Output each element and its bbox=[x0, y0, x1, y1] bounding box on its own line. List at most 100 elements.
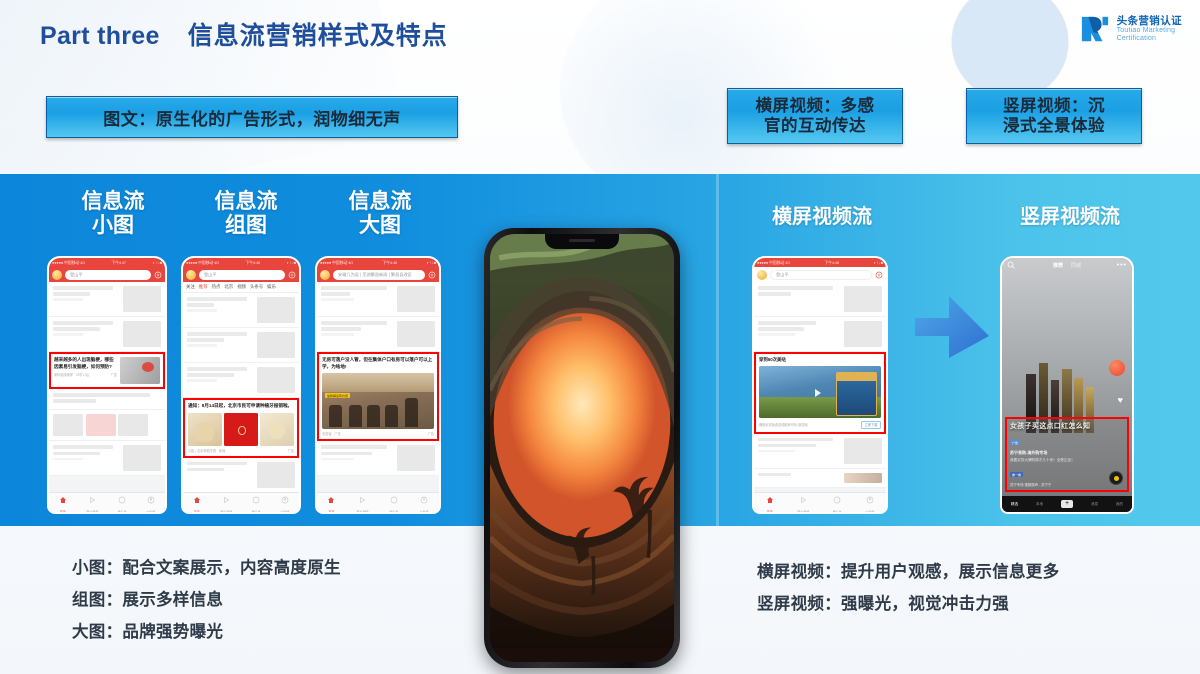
feed-item-skeleton[interactable] bbox=[183, 363, 299, 398]
more-icon[interactable]: ••• bbox=[1117, 262, 1127, 269]
feed-item-skeleton[interactable] bbox=[49, 282, 165, 317]
ad-tag[interactable]: 看一看 bbox=[1010, 472, 1024, 477]
video-tab-active[interactable]: 推荐 bbox=[1053, 262, 1063, 269]
ad-title: 越来越多的人出现脑梗，哪些因素易引发脑梗，如何预防? bbox=[54, 357, 114, 369]
app-search-bar[interactable]: 登山平 bbox=[754, 267, 886, 282]
bottom-tab-bar[interactable]: 首页 西瓜视频 微头条 小鱼塘 bbox=[49, 492, 165, 512]
highlighted-ad-feed-big[interactable]: 无房可落户没人管，但在集体户口有房可以落户可以上学，为啥地! 最新解读有价值 安… bbox=[317, 352, 439, 442]
page-title: Part three 信息流营销样式及特点 bbox=[40, 16, 448, 52]
highlighted-ad-horizontal-video[interactable]: 穿到50次美哒 爆款武将免费送领取即可玩·新游戏 立即下载 bbox=[754, 352, 886, 434]
column-heading-feed-small-line2: 小图 bbox=[92, 213, 134, 237]
feed-item-skeleton[interactable] bbox=[754, 282, 886, 317]
video-tab[interactable]: 同城 bbox=[1071, 262, 1081, 269]
feed-item-skeleton[interactable] bbox=[754, 317, 886, 352]
feed-item-skeleton[interactable] bbox=[49, 410, 165, 442]
thumbnail bbox=[123, 321, 161, 347]
channel-tab[interactable]: 北京 bbox=[224, 284, 233, 290]
feed-item-skeleton[interactable] bbox=[317, 441, 439, 477]
feed-item-skeleton[interactable] bbox=[49, 317, 165, 352]
tab-home[interactable]: 首页 bbox=[193, 491, 201, 512]
feed-item-skeleton[interactable] bbox=[183, 293, 299, 328]
tab-messages[interactable]: 微头条 bbox=[118, 491, 127, 512]
wave-sunset-wallpaper bbox=[490, 234, 674, 648]
bottom-right-line-2: 竖屏视频：强曝光，视觉冲击力强 bbox=[757, 595, 1009, 614]
video-tab-featured[interactable]: 精选 bbox=[1011, 502, 1018, 507]
feed-item-skeleton[interactable] bbox=[754, 469, 886, 488]
app-logo-icon bbox=[52, 269, 62, 280]
thumbnail bbox=[397, 286, 435, 312]
tab-video[interactable]: 西瓜视频 bbox=[86, 491, 98, 512]
video-tab-local[interactable]: 本地 bbox=[1036, 502, 1043, 507]
ad-video-thumbnail[interactable] bbox=[759, 366, 881, 418]
highlighted-ad-vertical-video[interactable]: 女孩子买这点口红怎么知 广告 苏宁易购-海外购专场 我要买的大牌购物才几十块！全… bbox=[1005, 416, 1129, 492]
channel-tab[interactable]: 娱乐 bbox=[267, 284, 276, 290]
avatar[interactable] bbox=[1109, 359, 1125, 376]
feed-item-skeleton[interactable] bbox=[183, 458, 299, 493]
bottom-tab-bar[interactable]: 首页 西瓜视频 微头条 小鱼塘 bbox=[754, 492, 886, 512]
ad-music-label: 苏宁专场 视频原声 - 苏宁宁 bbox=[1010, 483, 1052, 487]
status-time: 下午4:48 bbox=[382, 259, 397, 265]
app-search-bar[interactable]: 登山平 bbox=[183, 267, 299, 282]
device-notch bbox=[545, 234, 619, 249]
tab-profile[interactable]: 小鱼塘 bbox=[865, 491, 874, 512]
video-top-nav[interactable]: 推荐 同城 ••• bbox=[1002, 258, 1132, 272]
search-input[interactable]: 登山平 bbox=[199, 269, 285, 280]
tab-home[interactable]: 首页 bbox=[766, 491, 774, 512]
ad-image-1 bbox=[188, 412, 222, 446]
tab-home[interactable]: 首页 bbox=[327, 491, 335, 512]
search-input[interactable]: 安徽几为县 | 芜湖繁昌新闻 | 繁昌县改区 bbox=[333, 269, 425, 280]
tab-profile[interactable]: 小鱼塘 bbox=[419, 491, 428, 512]
channel-tab-strip[interactable]: 关注 推荐 热点 北京 视频 头条号 娱乐 bbox=[183, 282, 299, 293]
bottom-tab-bar[interactable]: 首页 西瓜视频 微头条 小鱼塘 bbox=[183, 492, 299, 512]
person-icon bbox=[147, 496, 155, 504]
tab-video[interactable]: 西瓜视频 bbox=[797, 491, 809, 512]
highlighted-ad-feed-group[interactable]: 通知：8月14日起，北京市民可申请种植牙报销啦。 口腔 | 北京种植牙报 · 新… bbox=[183, 398, 299, 458]
scan-icon[interactable] bbox=[875, 271, 883, 279]
column-heading-vv-line1: 竖屏视频流 bbox=[1020, 206, 1120, 228]
like-icon[interactable]: ♥ bbox=[1118, 395, 1123, 405]
app-search-bar[interactable]: 安徽几为县 | 芜湖繁昌新闻 | 繁昌县改区 bbox=[317, 267, 439, 282]
feed-item-skeleton[interactable] bbox=[49, 441, 165, 477]
person-icon bbox=[420, 496, 428, 504]
tab-home[interactable]: 首页 bbox=[59, 491, 67, 512]
search-icon[interactable] bbox=[1007, 261, 1015, 269]
feed-item-skeleton[interactable] bbox=[317, 282, 439, 317]
channel-tab[interactable]: 视频 bbox=[237, 284, 246, 290]
channel-tab-active[interactable]: 推荐 bbox=[199, 284, 208, 290]
tab-messages[interactable]: 微头条 bbox=[252, 491, 261, 512]
ad-cta-button[interactable]: 立即下载 bbox=[861, 420, 881, 429]
channel-tab[interactable]: 头条号 bbox=[250, 284, 263, 290]
thumbnail bbox=[844, 472, 882, 483]
feed-item-skeleton[interactable] bbox=[317, 317, 439, 352]
video-tab-profile[interactable]: 我的 bbox=[1116, 502, 1123, 507]
phone-mock-horizontal-video: ●●●●● 中国移动 4G 下午4:48 ◑ ↑↓ ■ 登山平 穿到50次美哒 bbox=[752, 256, 888, 514]
feed-item-skeleton[interactable] bbox=[754, 434, 886, 469]
video-tab-create[interactable]: + bbox=[1060, 500, 1074, 508]
tab-messages[interactable]: 微头条 bbox=[389, 491, 398, 512]
highlighted-ad-feed-small[interactable]: 越来越多的人出现脑梗，哪些因素易引发脑梗，如何预防? 某科健康管家 · 59岁以… bbox=[49, 352, 165, 389]
music-disc-icon bbox=[1109, 471, 1123, 485]
tab-profile[interactable]: 小鱼塘 bbox=[146, 491, 155, 512]
search-input[interactable]: 登山平 bbox=[65, 269, 151, 280]
caption-chip-image-text: 图文：原生化的广告形式，润物细无声 bbox=[46, 96, 458, 138]
tab-video[interactable]: 西瓜视频 bbox=[356, 491, 368, 512]
feed-item-skeleton[interactable] bbox=[49, 389, 165, 411]
tab-messages[interactable]: 微头条 bbox=[833, 491, 842, 512]
channel-tab[interactable]: 热点 bbox=[212, 284, 221, 290]
ad-account[interactable]: 苏宁易购-海外购专场 bbox=[1010, 450, 1124, 456]
video-tab-messages[interactable]: 消息 bbox=[1091, 502, 1098, 507]
tab-profile[interactable]: 小鱼塘 bbox=[280, 491, 289, 512]
app-search-bar[interactable]: 登山平 bbox=[49, 267, 165, 282]
scan-icon[interactable] bbox=[154, 271, 162, 279]
video-bottom-tab-bar[interactable]: 精选 本地 + 消息 我的 bbox=[1002, 496, 1132, 512]
play-icon[interactable] bbox=[815, 388, 822, 397]
channel-tab[interactable]: 关注 bbox=[186, 284, 195, 290]
tab-video[interactable]: 西瓜视频 bbox=[220, 491, 232, 512]
bottom-tab-bar[interactable]: 首页 西瓜视频 微头条 小鱼塘 bbox=[317, 492, 439, 512]
feed-item-skeleton[interactable] bbox=[183, 328, 299, 363]
bottom-summary-left: 小图：配合文案展示，内容高度原生 组图：展示多样信息 大图：品牌强势曝光 bbox=[72, 552, 492, 649]
scan-icon[interactable] bbox=[428, 271, 436, 279]
scan-icon[interactable] bbox=[288, 271, 296, 279]
search-input[interactable]: 登山平 bbox=[770, 269, 872, 280]
column-heading-horizontal-video: 横屏视频流 bbox=[742, 206, 902, 229]
